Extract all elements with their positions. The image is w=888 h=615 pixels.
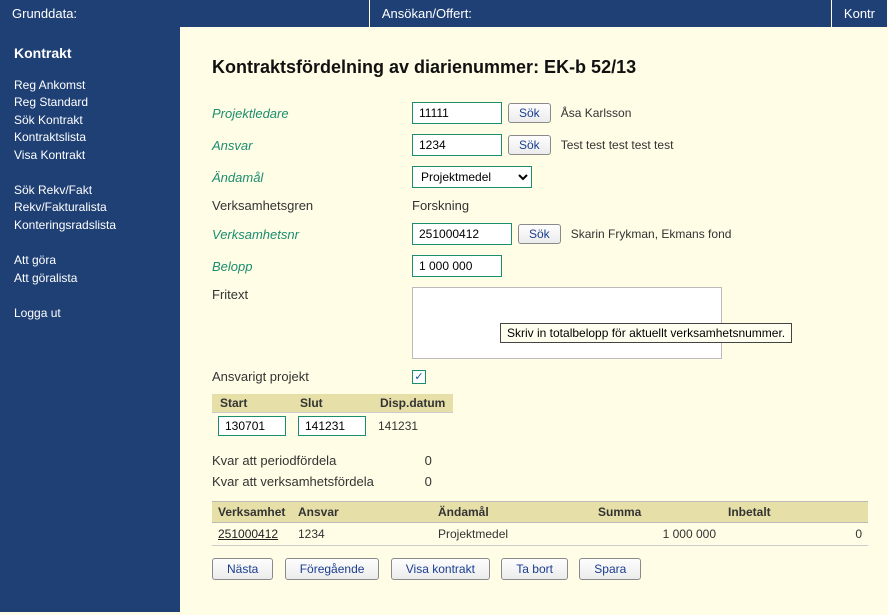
page-title: Kontraktsfördelning av diarienummer: EK-… — [212, 57, 868, 78]
sok-projektledare-button[interactable]: Sök — [508, 103, 551, 123]
aux-ansvar: Test test test test test — [561, 138, 674, 152]
nasta-button[interactable]: Nästa — [212, 558, 273, 580]
sidebar-item-att-gora[interactable]: Att göra — [14, 252, 166, 269]
topnav-ansokan[interactable]: Ansökan/Offert: — [370, 0, 832, 27]
top-nav: Grunddata: Ansökan/Offert: Kontr — [0, 0, 888, 27]
aux-verksamhetsnr: Skarin Frykman, Ekmans fond — [571, 227, 732, 241]
sidebar-item-att-goralista[interactable]: Att göralista — [14, 270, 166, 287]
tooltip-belopp: Skriv in totalbelopp för aktuellt verksa… — [500, 323, 792, 343]
label-verksamhetsgren: Verksamhetsgren — [212, 198, 412, 213]
topnav-grunddata[interactable]: Grunddata: — [0, 0, 370, 27]
sidebar-item-konteringsradslista[interactable]: Konteringsradslista — [14, 217, 166, 234]
dist-header-ansvar: Ansvar — [292, 502, 432, 523]
sidebar-item-reg-standard[interactable]: Reg Standard — [14, 94, 166, 111]
dist-cell-verksamhet[interactable]: 251000412 — [212, 523, 292, 546]
sidebar-item-rekv-fakturalista[interactable]: Rekv/Fakturalista — [14, 199, 166, 216]
dist-cell-inbetalt: 0 — [722, 523, 868, 546]
value-verksamhetsgren: Forskning — [412, 198, 469, 213]
label-ansvar: Ansvar — [212, 138, 412, 153]
sidebar-item-sok-rekv[interactable]: Sök Rekv/Fakt — [14, 182, 166, 199]
sok-verksamhetsnr-button[interactable]: Sök — [518, 224, 561, 244]
sidebar-item-visa-kontrakt[interactable]: Visa Kontrakt — [14, 147, 166, 164]
label-kvar-verksamhet: Kvar att verksamhetsfördela — [212, 474, 407, 489]
dist-header-andamal: Ändamål — [432, 502, 592, 523]
label-andamal: Ändamål — [212, 170, 412, 185]
checkbox-ansvarigt-projekt[interactable]: ✓ — [412, 370, 426, 384]
dist-table: Verksamhet Ansvar Ändamål Summa Inbetalt… — [212, 501, 868, 546]
label-kvar-period: Kvar att periodfördela — [212, 453, 407, 468]
input-ansvar[interactable] — [412, 134, 502, 156]
sidebar-item-reg-ankomst[interactable]: Reg Ankomst — [14, 77, 166, 94]
dist-header-verksamhet: Verksamhet — [212, 502, 292, 523]
visa-kontrakt-button[interactable]: Visa kontrakt — [391, 558, 490, 580]
value-kvar-verksamhet: 0 — [425, 474, 432, 489]
sok-ansvar-button[interactable]: Sök — [508, 135, 551, 155]
date-header-disp: Disp.datum — [372, 394, 453, 413]
topnav-kontrakt[interactable]: Kontr — [832, 0, 888, 27]
dist-cell-ansvar: 1234 — [292, 523, 432, 546]
input-projektledare[interactable] — [412, 102, 502, 124]
label-belopp: Belopp — [212, 259, 412, 274]
ta-bort-button[interactable]: Ta bort — [501, 558, 568, 580]
input-verksamhetsnr[interactable] — [412, 223, 512, 245]
input-slut[interactable] — [298, 416, 366, 436]
date-header-slut: Slut — [292, 394, 372, 413]
dist-header-summa: Summa — [592, 502, 722, 523]
label-ansvarigt-projekt: Ansvarigt projekt — [212, 369, 412, 384]
spara-button[interactable]: Spara — [579, 558, 641, 580]
sidebar-item-kontraktslista[interactable]: Kontraktslista — [14, 129, 166, 146]
input-start[interactable] — [218, 416, 286, 436]
date-table: Start Slut Disp.datum 141231 — [212, 394, 453, 439]
input-belopp[interactable] — [412, 255, 502, 277]
foregaende-button[interactable]: Föregående — [285, 558, 380, 580]
label-verksamhetsnr: Verksamhetsnr — [212, 227, 412, 242]
label-fritext: Fritext — [212, 287, 412, 302]
content: Kontraktsfördelning av diarienummer: EK-… — [180, 27, 888, 612]
sidebar-item-logga-ut[interactable]: Logga ut — [14, 305, 166, 322]
button-row: Nästa Föregående Visa kontrakt Ta bort S… — [212, 558, 868, 580]
aux-projektledare: Åsa Karlsson — [561, 106, 632, 120]
sidebar: Kontrakt Reg Ankomst Reg Standard Sök Ko… — [0, 27, 180, 612]
select-andamal[interactable]: Projektmedel — [412, 166, 532, 188]
value-kvar-period: 0 — [425, 453, 432, 468]
dist-row: 251000412 1234 Projektmedel 1 000 000 0 — [212, 523, 868, 546]
date-header-start: Start — [212, 394, 292, 413]
dist-cell-andamal: Projektmedel — [432, 523, 592, 546]
sidebar-heading: Kontrakt — [14, 45, 166, 61]
dist-header-inbetalt: Inbetalt — [722, 502, 868, 523]
dist-cell-summa: 1 000 000 — [592, 523, 722, 546]
label-projektledare: Projektledare — [212, 106, 412, 121]
sidebar-item-sok-kontrakt[interactable]: Sök Kontrakt — [14, 112, 166, 129]
value-disp: 141231 — [372, 413, 453, 440]
